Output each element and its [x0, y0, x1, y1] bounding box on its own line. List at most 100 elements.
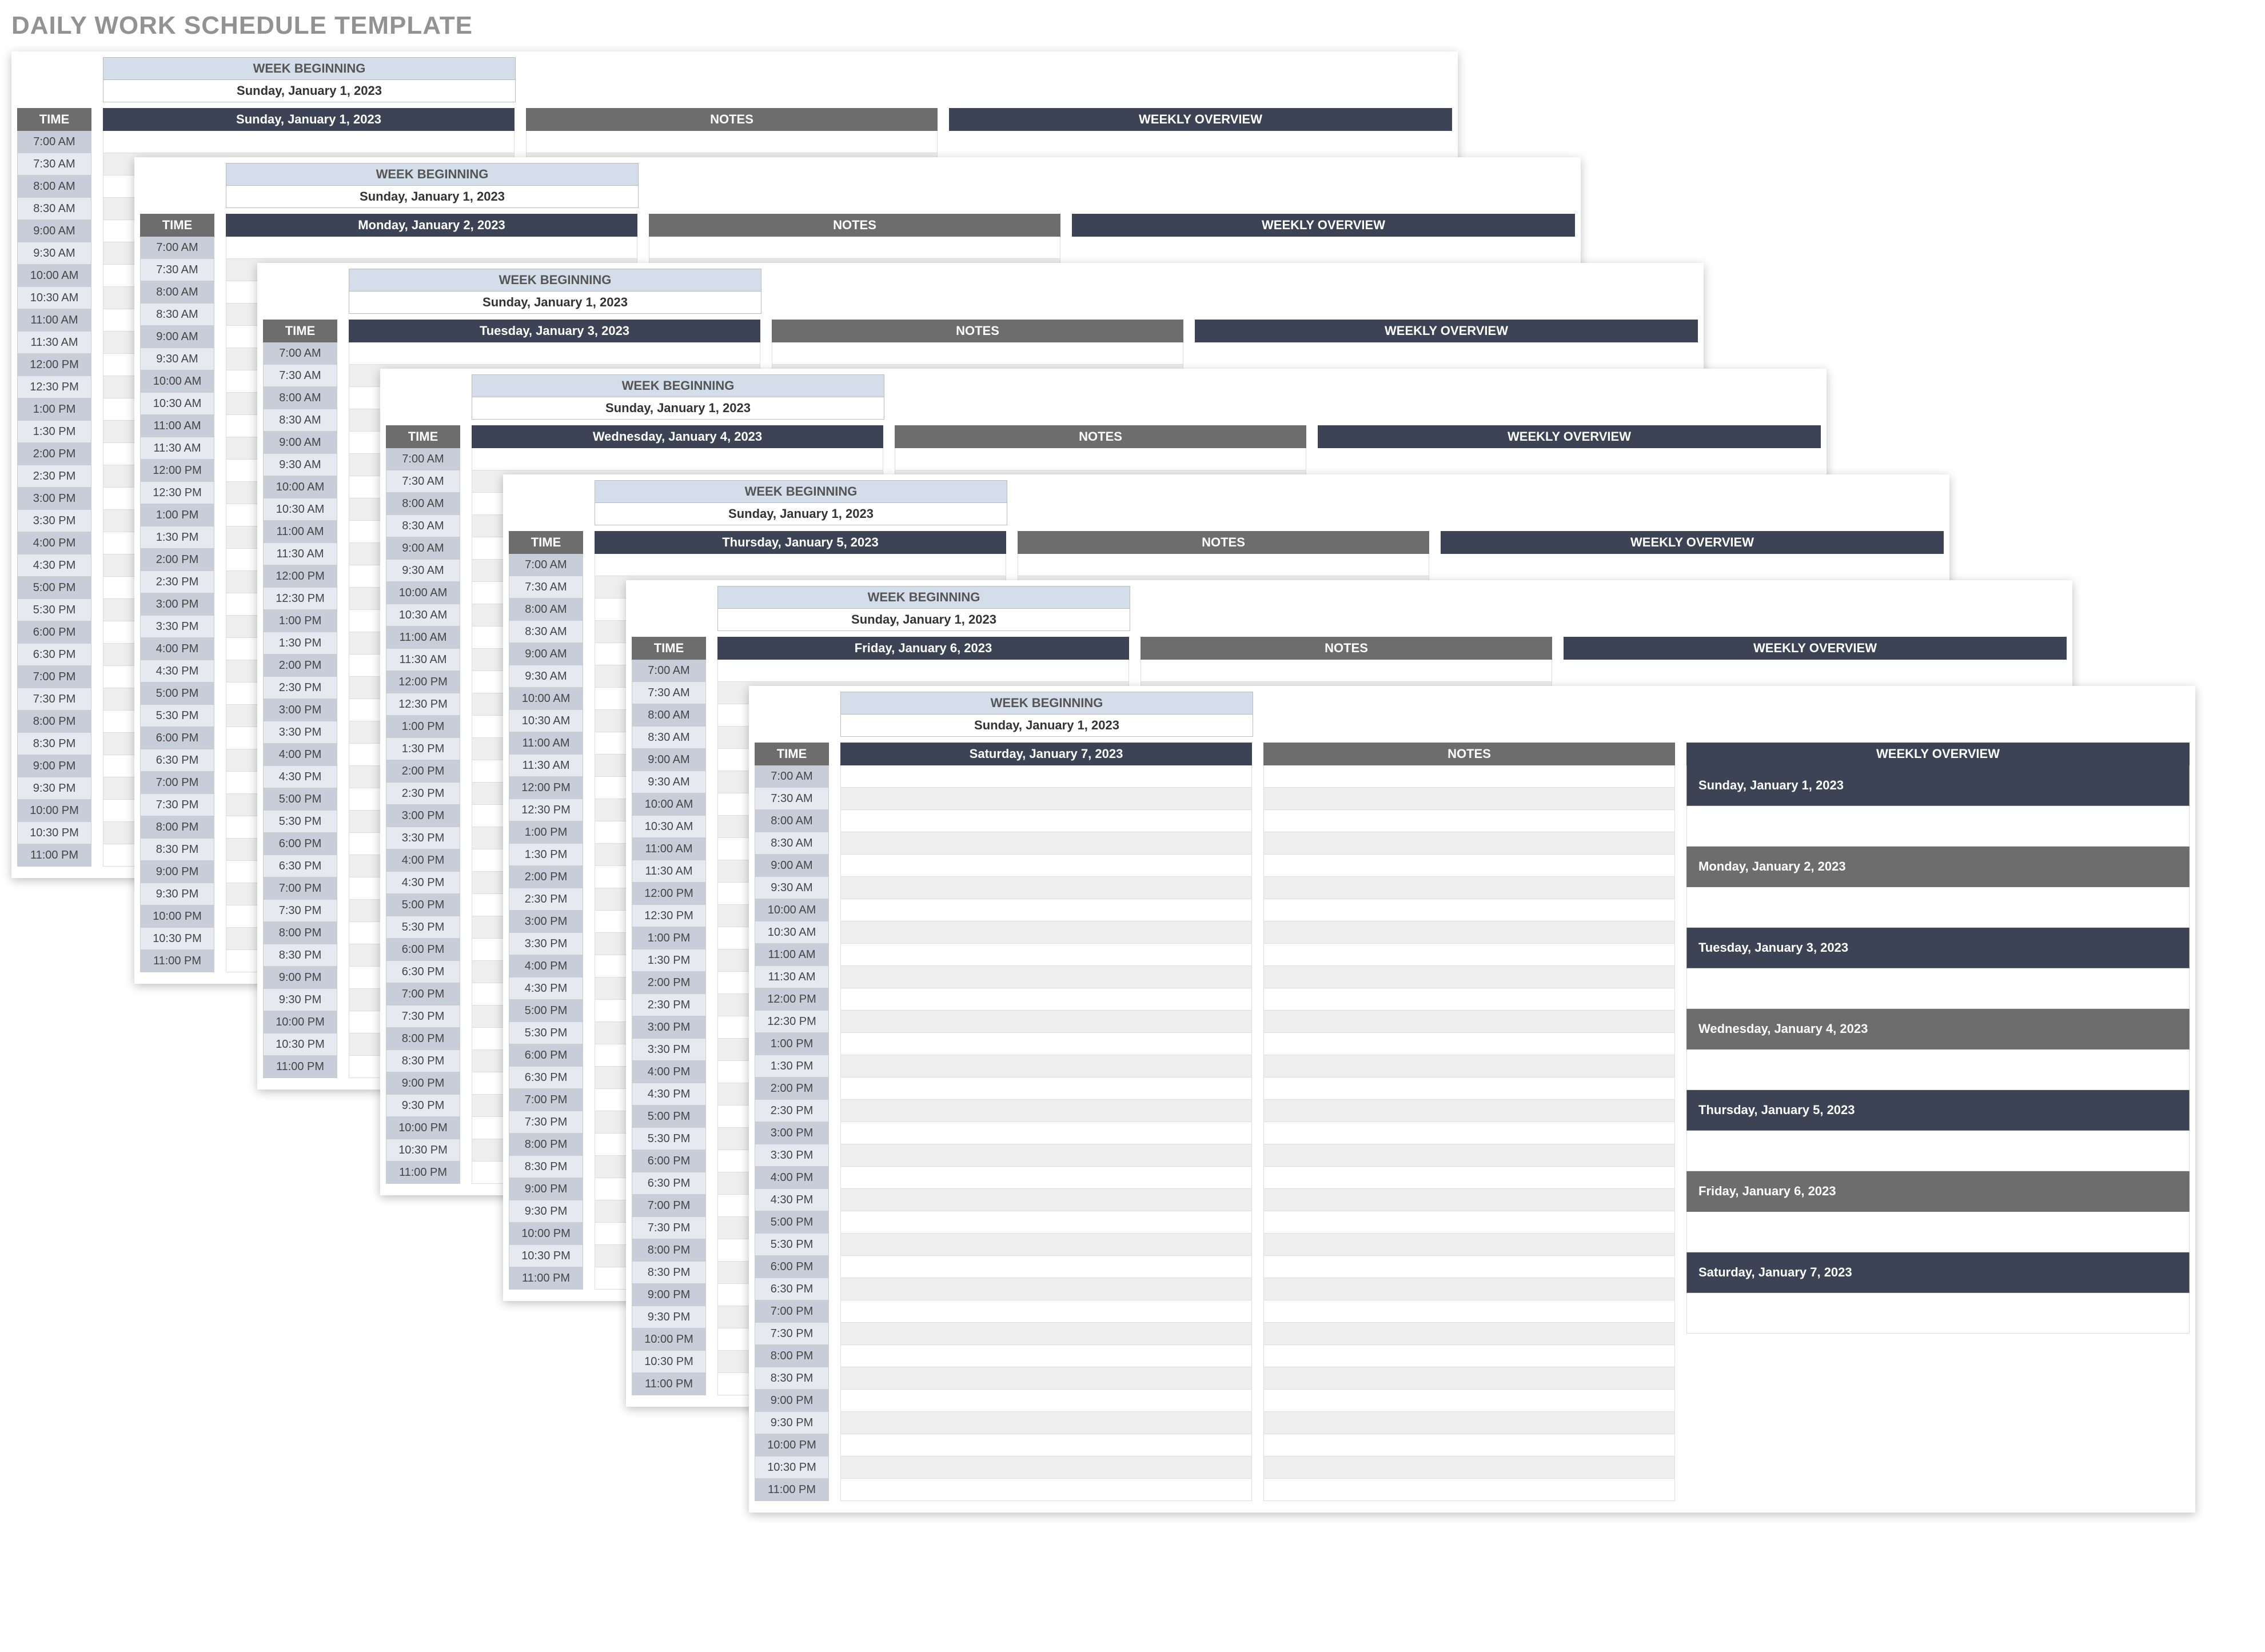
time-slot: 7:30 PM — [632, 1217, 706, 1239]
time-slot: 6:30 PM — [263, 855, 337, 877]
notes-cell[interactable] — [1263, 1457, 1675, 1479]
notes-cell[interactable] — [1263, 966, 1675, 988]
schedule-cell[interactable] — [840, 1390, 1252, 1412]
notes-cell[interactable] — [1263, 899, 1675, 921]
notes-cell[interactable] — [1263, 1300, 1675, 1323]
schedule-cell[interactable] — [840, 1300, 1252, 1323]
notes-cell[interactable] — [1263, 1078, 1675, 1100]
schedule-cell[interactable] — [840, 855, 1252, 877]
schedule-cell[interactable] — [840, 788, 1252, 810]
notes-cell[interactable] — [526, 131, 938, 153]
time-slot: 6:30 PM — [140, 749, 214, 772]
overview-day[interactable]: Monday, January 2, 2023 — [1686, 847, 2190, 887]
schedule-cell[interactable] — [840, 899, 1252, 921]
schedule-cell[interactable] — [840, 1055, 1252, 1078]
schedule-cell[interactable] — [595, 554, 1006, 576]
schedule-cell[interactable] — [472, 448, 883, 470]
schedule-cell[interactable] — [840, 1234, 1252, 1256]
notes-cell[interactable] — [1263, 1122, 1675, 1144]
schedule-cell[interactable] — [840, 921, 1252, 944]
schedule-cell[interactable] — [840, 1434, 1252, 1457]
notes-cell[interactable] — [1263, 1144, 1675, 1167]
schedule-cell[interactable] — [840, 765, 1252, 788]
notes-cell[interactable] — [1263, 765, 1675, 788]
notes-cell[interactable] — [1263, 1167, 1675, 1189]
notes-cell[interactable] — [1263, 1479, 1675, 1501]
time-slot: 7:30 AM — [755, 788, 829, 810]
notes-cell[interactable] — [1018, 554, 1429, 576]
schedule-cell[interactable] — [840, 1323, 1252, 1345]
schedule-cell[interactable] — [840, 810, 1252, 832]
schedule-cell[interactable] — [840, 1078, 1252, 1100]
schedule-cell[interactable] — [103, 131, 515, 153]
col-header-time: TIME — [632, 637, 706, 660]
notes-cell[interactable] — [1263, 1345, 1675, 1367]
notes-cell[interactable] — [1263, 1323, 1675, 1345]
notes-cell[interactable] — [1263, 1367, 1675, 1390]
notes-cell[interactable] — [1263, 1211, 1675, 1234]
schedule-cell[interactable] — [840, 1144, 1252, 1167]
notes-cell[interactable] — [1263, 1011, 1675, 1033]
notes-cell[interactable] — [1263, 855, 1675, 877]
schedule-cell[interactable] — [226, 237, 637, 259]
notes-cell[interactable] — [1263, 1256, 1675, 1278]
notes-cell[interactable] — [1263, 832, 1675, 855]
overview-day[interactable]: Saturday, January 7, 2023 — [1686, 1252, 2190, 1293]
notes-cell[interactable] — [1141, 660, 1552, 682]
notes-cell[interactable] — [772, 342, 1183, 365]
schedule-cell[interactable] — [840, 1457, 1252, 1479]
notes-cell[interactable] — [1263, 1100, 1675, 1122]
notes-cell[interactable] — [1263, 788, 1675, 810]
schedule-cell[interactable] — [840, 944, 1252, 966]
schedule-cell[interactable] — [840, 966, 1252, 988]
schedule-cell[interactable] — [840, 1100, 1252, 1122]
schedule-cell[interactable] — [840, 877, 1252, 899]
notes-cell[interactable] — [1263, 1434, 1675, 1457]
notes-cell[interactable] — [649, 237, 1060, 259]
schedule-cell[interactable] — [840, 1345, 1252, 1367]
schedule-cell[interactable] — [840, 1479, 1252, 1501]
notes-cell[interactable] — [1263, 1412, 1675, 1434]
week-beginning-value: Sunday, January 1, 2023 — [840, 715, 1253, 737]
time-slot: 4:30 PM — [509, 977, 583, 1000]
notes-cell[interactable] — [1263, 1055, 1675, 1078]
notes-cell[interactable] — [1263, 1390, 1675, 1412]
time-slot: 9:30 AM — [263, 454, 337, 476]
notes-cell[interactable] — [1263, 988, 1675, 1011]
schedule-cell[interactable] — [840, 1211, 1252, 1234]
schedule-cell[interactable] — [840, 1367, 1252, 1390]
schedule-cell[interactable] — [840, 1122, 1252, 1144]
overview-day[interactable]: Tuesday, January 3, 2023 — [1686, 928, 2190, 968]
time-slot: 9:30 PM — [755, 1412, 829, 1434]
notes-cell[interactable] — [1263, 1189, 1675, 1211]
schedule-cell[interactable] — [840, 1256, 1252, 1278]
overview-day[interactable]: Thursday, January 5, 2023 — [1686, 1090, 2190, 1131]
schedule-cell[interactable] — [840, 1412, 1252, 1434]
time-slot: 10:30 PM — [386, 1139, 460, 1162]
notes-cell[interactable] — [1263, 944, 1675, 966]
notes-cell[interactable] — [1263, 921, 1675, 944]
notes-cell[interactable] — [1263, 1278, 1675, 1300]
schedule-cell[interactable] — [717, 660, 1129, 682]
schedule-cell[interactable] — [840, 1033, 1252, 1055]
notes-cell[interactable] — [1263, 1033, 1675, 1055]
time-slot: 11:30 AM — [755, 966, 829, 988]
col-header-notes: NOTES — [526, 108, 938, 131]
time-slot: 11:00 AM — [17, 309, 91, 332]
notes-cell[interactable] — [1263, 810, 1675, 832]
overview-day[interactable]: Wednesday, January 4, 2023 — [1686, 1009, 2190, 1050]
overview-day[interactable]: Sunday, January 1, 2023 — [1686, 765, 2190, 806]
schedule-cell[interactable] — [840, 1011, 1252, 1033]
time-slot: 10:00 AM — [140, 370, 214, 393]
notes-cell[interactable] — [1263, 1234, 1675, 1256]
schedule-cell[interactable] — [840, 832, 1252, 855]
schedule-cell[interactable] — [840, 1189, 1252, 1211]
schedule-cell[interactable] — [349, 342, 760, 365]
time-slot: 2:00 PM — [140, 549, 214, 571]
schedule-cell[interactable] — [840, 1278, 1252, 1300]
notes-cell[interactable] — [895, 448, 1306, 470]
overview-day[interactable]: Friday, January 6, 2023 — [1686, 1171, 2190, 1212]
notes-cell[interactable] — [1263, 877, 1675, 899]
schedule-cell[interactable] — [840, 988, 1252, 1011]
schedule-cell[interactable] — [840, 1167, 1252, 1189]
